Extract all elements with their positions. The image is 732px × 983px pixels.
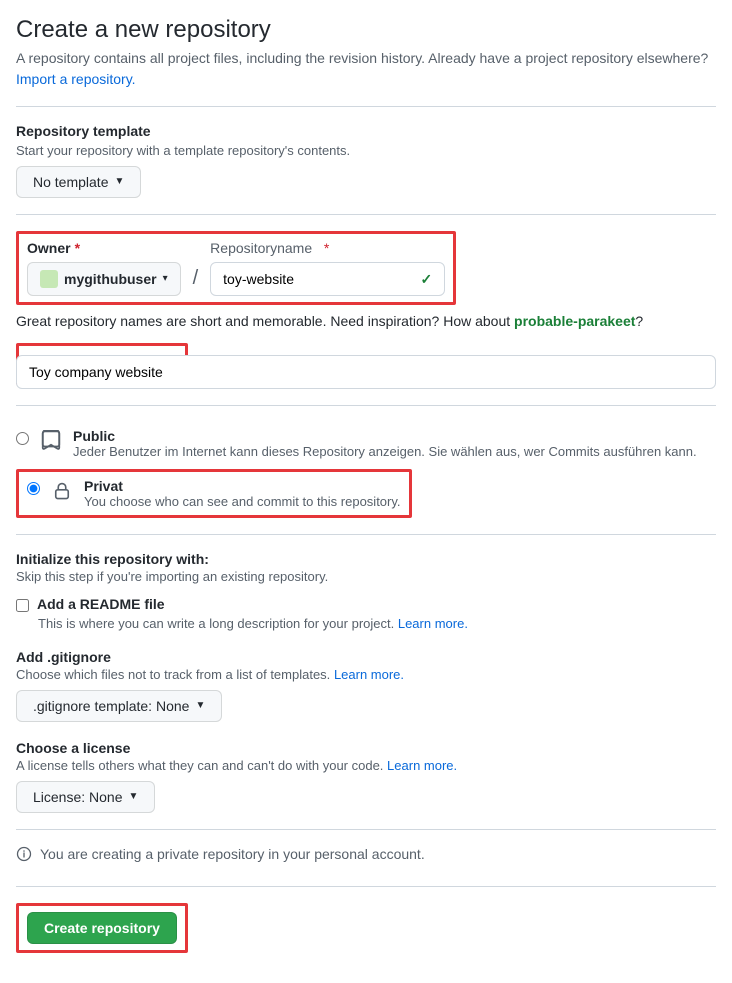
- license-learn-more-link[interactable]: Learn more.: [387, 758, 457, 773]
- divider: [16, 214, 716, 215]
- page-title: Create a new repository: [16, 16, 716, 44]
- path-slash: /: [193, 267, 199, 296]
- divider: [16, 405, 716, 406]
- license-desc: A license tells others what they can and…: [16, 758, 383, 773]
- readme-learn-more-link[interactable]: Learn more.: [398, 616, 468, 631]
- check-icon: ✓: [420, 269, 432, 289]
- template-note: Start your repository with a template re…: [16, 143, 716, 158]
- create-repository-button[interactable]: Create repository: [27, 912, 177, 944]
- private-title: Privat: [84, 478, 401, 494]
- repository-name-input[interactable]: [223, 271, 420, 287]
- divider: [16, 106, 716, 107]
- suggested-name-link[interactable]: probable-parakeet: [514, 313, 635, 329]
- divider: [16, 534, 716, 535]
- caret-down-icon: ▾: [163, 269, 168, 289]
- repo-name-hint: Great repository names are short and mem…: [16, 313, 716, 329]
- owner-name: mygithubuser: [64, 269, 157, 289]
- add-readme-checkbox[interactable]: [16, 599, 29, 612]
- visibility-public-radio[interactable]: [16, 432, 29, 445]
- template-label: Repository template: [16, 123, 151, 139]
- initialize-skip-note: Skip this step if you're importing an ex…: [16, 569, 716, 584]
- gitignore-desc: Choose which files not to track from a l…: [16, 667, 330, 682]
- initialize-heading: Initialize this repository with:: [16, 551, 716, 567]
- owner-select-button[interactable]: mygithubuser ▾: [27, 262, 181, 296]
- divider: [16, 886, 716, 887]
- lock-icon: [50, 480, 74, 502]
- repo-name-label: Repositoryname: [210, 240, 312, 256]
- private-highlight: Privat You choose who can see and commit…: [16, 469, 412, 518]
- public-desc: Jeder Benutzer im Internet kann dieses R…: [73, 444, 697, 459]
- avatar-icon: [40, 270, 58, 288]
- visibility-private-radio[interactable]: [27, 482, 40, 495]
- divider: [16, 829, 716, 830]
- caret-down-icon: ▼: [114, 172, 124, 192]
- gitignore-learn-more-link[interactable]: Learn more.: [334, 667, 404, 682]
- description-input[interactable]: [16, 355, 716, 389]
- owner-repo-highlight: Owner* mygithubuser ▾ / Repositoryname *…: [16, 231, 456, 305]
- caret-down-icon: ▼: [195, 696, 205, 716]
- readme-title: Add a README file: [37, 596, 165, 612]
- caret-down-icon: ▼: [129, 787, 139, 807]
- template-select-button[interactable]: No template ▼: [16, 166, 141, 198]
- readme-desc: This is where you can write a long descr…: [38, 616, 394, 631]
- repo-icon: [39, 430, 63, 452]
- gitignore-title: Add .gitignore: [16, 649, 716, 665]
- import-repository-link[interactable]: Import a repository.: [16, 71, 136, 87]
- submit-highlight: Create repository: [16, 903, 188, 953]
- license-select-button[interactable]: License: None ▼: [16, 781, 155, 813]
- private-desc: You choose who can see and commit to thi…: [84, 494, 401, 509]
- required-asterisk: *: [75, 240, 80, 256]
- page-subtitle: A repository contains all project files,…: [16, 48, 716, 90]
- info-text: You are creating a private repository in…: [40, 846, 425, 862]
- license-title: Choose a license: [16, 740, 716, 756]
- owner-label: Owner: [27, 240, 71, 256]
- info-icon: [16, 846, 32, 862]
- public-title: Public: [73, 428, 697, 444]
- gitignore-template-button[interactable]: .gitignore template: None ▼: [16, 690, 222, 722]
- required-asterisk: *: [316, 240, 329, 256]
